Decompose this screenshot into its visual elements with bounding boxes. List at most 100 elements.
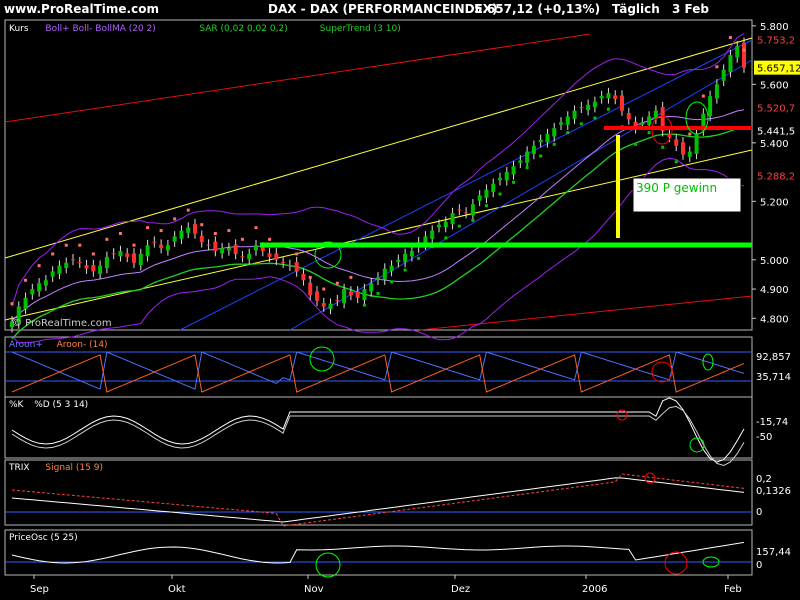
candle-body-53 [369, 283, 374, 292]
legend-kurs-3: SuperTrend (3 10) [320, 24, 401, 34]
circle-aroon-green [309, 346, 335, 372]
candle-body-35 [247, 253, 252, 260]
sar-dot-26 [186, 208, 190, 212]
candle-body-54 [376, 277, 380, 280]
xtick-label-2: Nov [304, 584, 324, 595]
xtick-label-0: Sep [30, 584, 49, 595]
sar-dot-100 [688, 132, 692, 136]
annotation-text: 390 P gewinn [636, 181, 717, 195]
chart-canvas[interactable]: Kurs Boll+ Boll- BollMA (20 2) SAR (0,02 0… [0, 0, 800, 600]
candle-body-58 [403, 253, 408, 263]
sar-dot-78 [539, 154, 543, 158]
legend-kurs-2: SAR (0,02 0,02 0,2) [199, 24, 287, 34]
candle-body-47 [328, 303, 333, 309]
priceosc-tick-0: 0 [756, 560, 762, 571]
candle-body-91 [626, 113, 631, 120]
candle-body-89 [613, 95, 618, 99]
sar-dot-10 [78, 243, 82, 247]
legend-priceosc-0: PriceOsc (5 25) [9, 533, 78, 543]
candle-body-25 [179, 230, 184, 239]
candle-body-101 [694, 134, 699, 154]
sar-dot-0 [10, 302, 14, 306]
sar-dot-36 [254, 226, 258, 230]
candle-body-90 [620, 95, 624, 111]
candle-body-93 [640, 122, 645, 125]
ytick-label-6: 4.800 [760, 314, 789, 325]
sar-dot-32 [227, 229, 231, 233]
aroon-label-1: 35,714 [756, 372, 791, 383]
candle-body-36 [254, 245, 258, 251]
candle-body-8 [64, 262, 69, 268]
trendline-red-lower [419, 295, 753, 331]
candle-body-12 [91, 265, 96, 272]
circle-priceosc-red [664, 551, 688, 575]
sar-dot-68 [471, 218, 475, 222]
stoch-d-line [11, 405, 745, 467]
trix-tick-1: 0 [756, 507, 762, 518]
candle-body-4 [37, 283, 42, 292]
panel-stochastic [4, 396, 753, 459]
candle-body-18 [132, 253, 136, 263]
candle-body-40 [281, 262, 286, 264]
sar-dot-58 [403, 268, 407, 272]
ytick-label-3: 5.200 [760, 197, 789, 208]
priceosc-label-0: 157,44 [756, 547, 791, 558]
candle-body-77 [531, 145, 536, 154]
legend-aroon-1: Aroon- (14) [57, 340, 108, 350]
candle-body-80 [552, 128, 557, 137]
candle-body-20 [145, 245, 150, 257]
candle-body-55 [382, 268, 387, 280]
panel-priceosc [4, 529, 753, 576]
candle-body-46 [321, 303, 326, 307]
sar-dot-24 [173, 217, 177, 221]
legend-trix-0: TRIX [8, 463, 30, 473]
candle-body-27 [193, 224, 197, 234]
candle-body-76 [525, 151, 530, 163]
sar-dot-56 [390, 280, 394, 284]
xtick-label-1: Okt [168, 584, 186, 595]
candle-body-67 [464, 212, 469, 214]
sar-dot-44 [308, 275, 312, 279]
candle-body-108 [742, 42, 746, 68]
candle-body-103 [708, 96, 713, 116]
sar-dot-2 [24, 278, 28, 282]
candle-body-85 [586, 104, 591, 111]
sar-dot-50 [349, 275, 353, 279]
candle-body-104 [714, 84, 719, 99]
price-label-4: 5.288,2 [757, 172, 795, 183]
sar-dot-14 [105, 237, 109, 241]
candle-body-59 [409, 251, 414, 257]
price-label-3: 5.441,5 [757, 127, 795, 138]
price-label-1: 5.657,12 [757, 64, 800, 75]
candle-body-78 [538, 139, 543, 143]
candle-body-15 [111, 253, 116, 255]
ytick-label-4: 5.000 [760, 256, 789, 267]
trix-tick-0: 0,2 [756, 474, 772, 485]
candle-body-48 [335, 300, 340, 302]
sar-dot-106 [728, 36, 732, 40]
candle-body-3 [30, 289, 35, 295]
legend-kurs-1: Boll+ Boll- BollMA (20 2) [45, 24, 155, 34]
sar-dot-16 [118, 231, 122, 235]
candle-body-82 [565, 116, 570, 125]
candle-body-87 [599, 96, 604, 99]
candle-body-43 [301, 273, 306, 281]
xtick-label-3: Dez [451, 584, 470, 595]
legend-kurs-0: Kurs [9, 24, 29, 34]
sar-dot-42 [295, 252, 299, 256]
candle-body-56 [389, 265, 394, 271]
candle-body-75 [518, 160, 523, 163]
bollinger-ma [11, 109, 745, 322]
sar-dot-64 [444, 236, 448, 240]
sar-dot-48 [335, 281, 339, 285]
candle-body-63 [437, 224, 441, 228]
candle-body-5 [43, 280, 48, 286]
candle-body-44 [308, 282, 313, 295]
sar-dot-20 [146, 226, 150, 230]
ytick-label-0: 5.800 [760, 22, 789, 33]
sar-dot-6 [51, 252, 55, 256]
sar-dot-88 [606, 107, 610, 111]
candle-body-86 [592, 101, 597, 108]
candle-body-83 [572, 110, 577, 119]
priceosc-line [11, 541, 745, 564]
